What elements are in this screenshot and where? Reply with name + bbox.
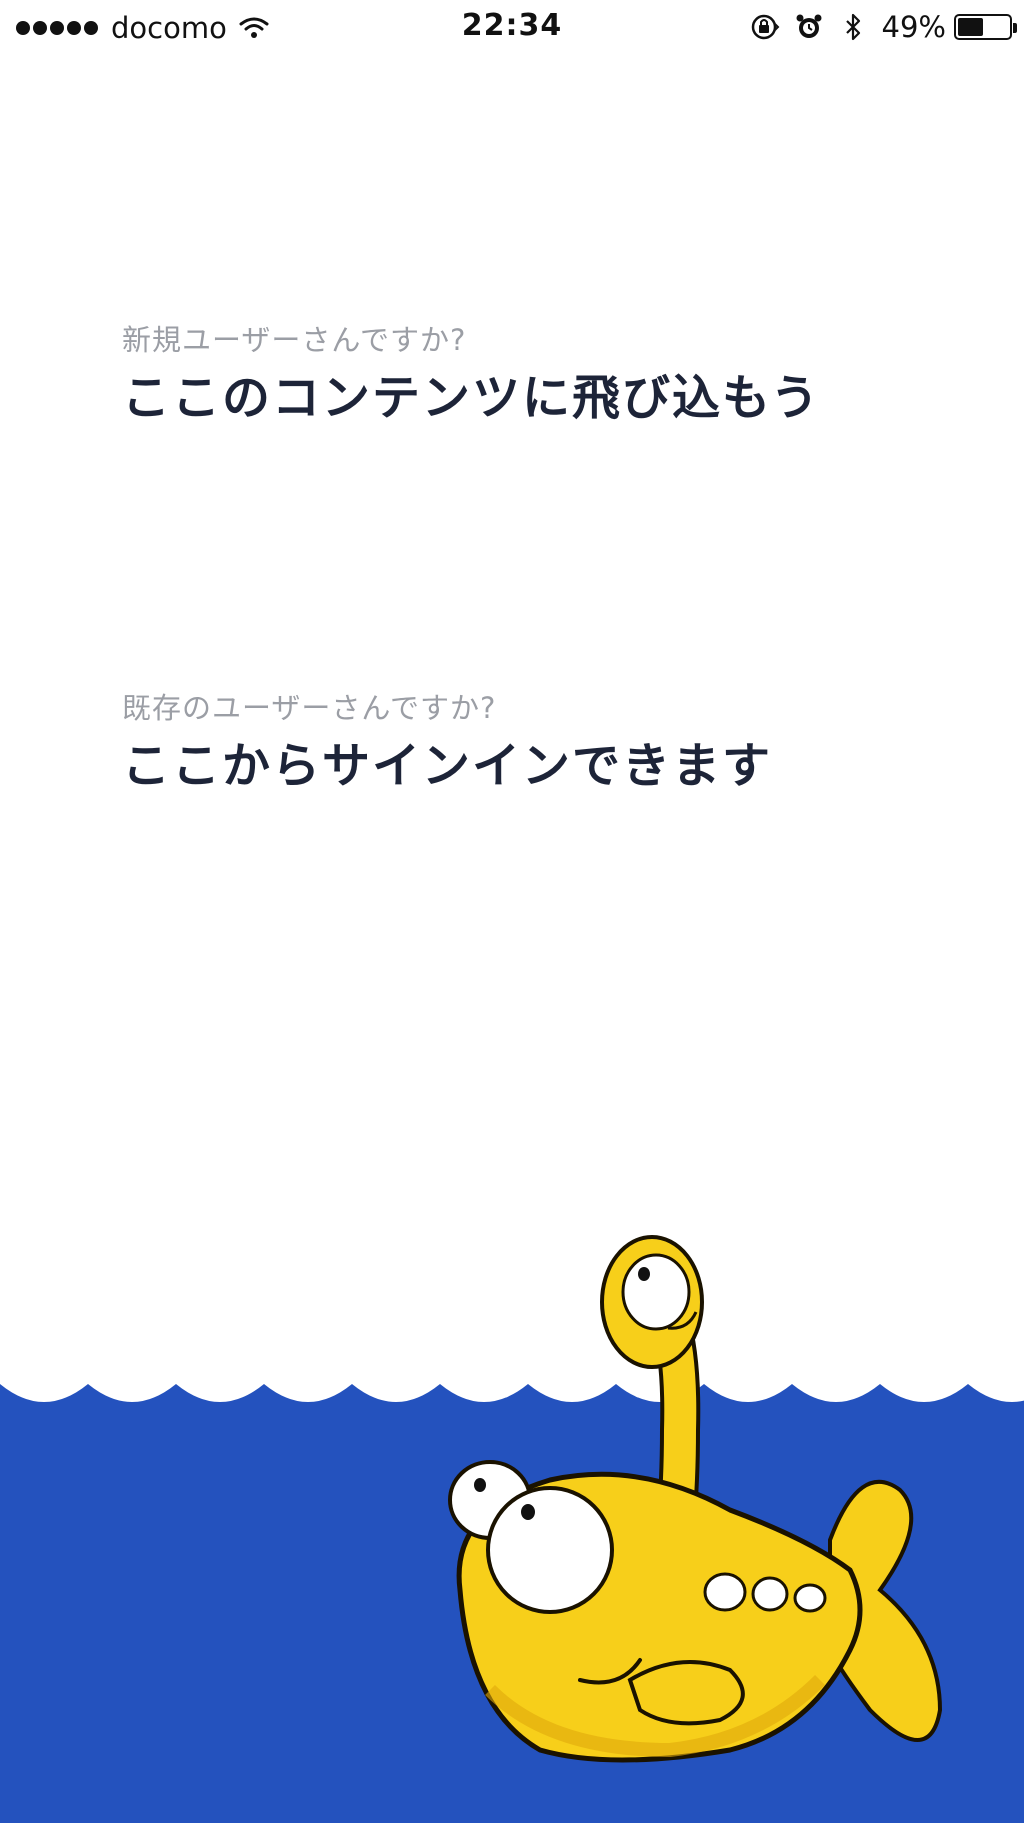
welcome-screen: docomo 22:34 49% 新規ユーザーさんですか? ここのコンテンツに飛… xyxy=(0,0,1024,1823)
new-user-section[interactable]: 新規ユーザーさんですか? ここのコンテンツに飛び込もう xyxy=(122,322,821,428)
dive-in-link[interactable]: ここのコンテンツに飛び込もう xyxy=(122,368,821,428)
battery-percent: 49% xyxy=(881,10,946,44)
battery-icon xyxy=(954,14,1017,40)
bluetooth-icon xyxy=(845,13,860,41)
alarm-icon xyxy=(796,14,822,38)
status-right: 49% xyxy=(750,10,1017,44)
existing-user-section[interactable]: 既存のユーザーさんですか? ここからサインインできます xyxy=(122,690,772,796)
sign-in-link[interactable]: ここからサインインできます xyxy=(122,736,772,796)
existing-user-question: 既存のユーザーさんですか? xyxy=(122,691,497,725)
submarine-fish-mascot xyxy=(448,1235,943,1763)
status-bar: docomo 22:34 49% xyxy=(0,0,1024,56)
battery-fill xyxy=(958,18,983,36)
new-user-question: 新規ユーザーさんですか? xyxy=(122,323,467,357)
battery-nub xyxy=(1013,23,1017,33)
orientation-lock-icon xyxy=(751,14,779,40)
